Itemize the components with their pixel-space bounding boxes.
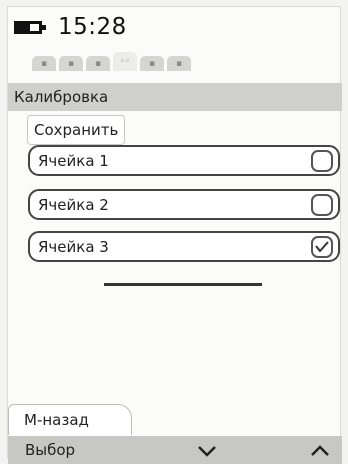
tab-strip: ▪ ▪ ▪ ◦◦ ▪ ▪	[32, 52, 191, 71]
checkbox-checked-icon[interactable]	[311, 235, 333, 258]
cell-label: Ячейка 2	[38, 195, 109, 214]
tab-icon-2[interactable]: ▪	[59, 56, 83, 71]
cell-row-1[interactable]: Ячейка 1	[28, 145, 340, 176]
tab-icon-5[interactable]: ▪	[140, 56, 164, 71]
tab-icon-4[interactable]: ◦◦	[113, 52, 137, 71]
tab-icon-1[interactable]: ▪	[32, 56, 56, 71]
clock: 15:28	[58, 14, 127, 40]
checkbox-unchecked-icon[interactable]	[311, 193, 333, 216]
softkey-bar: Выбор	[8, 436, 342, 464]
checkbox-unchecked-icon[interactable]	[311, 149, 333, 172]
back-button[interactable]: М-назад	[8, 404, 132, 435]
select-softkey[interactable]: Выбор	[25, 441, 75, 459]
divider	[104, 283, 262, 286]
cell-label: Ячейка 3	[38, 237, 109, 256]
battery-icon	[14, 20, 46, 34]
chevron-down-icon[interactable]	[198, 442, 216, 461]
cell-label: Ячейка 1	[38, 151, 109, 170]
status-bar: 15:28	[14, 14, 127, 40]
tab-icon-6[interactable]: ▪	[167, 56, 191, 71]
screen-title: Калибровка	[8, 83, 342, 111]
save-button[interactable]: Сохранить	[27, 115, 126, 145]
cell-row-3[interactable]: Ячейка 3	[28, 231, 340, 262]
chevron-up-icon[interactable]	[311, 442, 329, 461]
cell-row-2[interactable]: Ячейка 2	[28, 189, 340, 220]
tab-icon-3[interactable]: ▪	[86, 56, 110, 71]
